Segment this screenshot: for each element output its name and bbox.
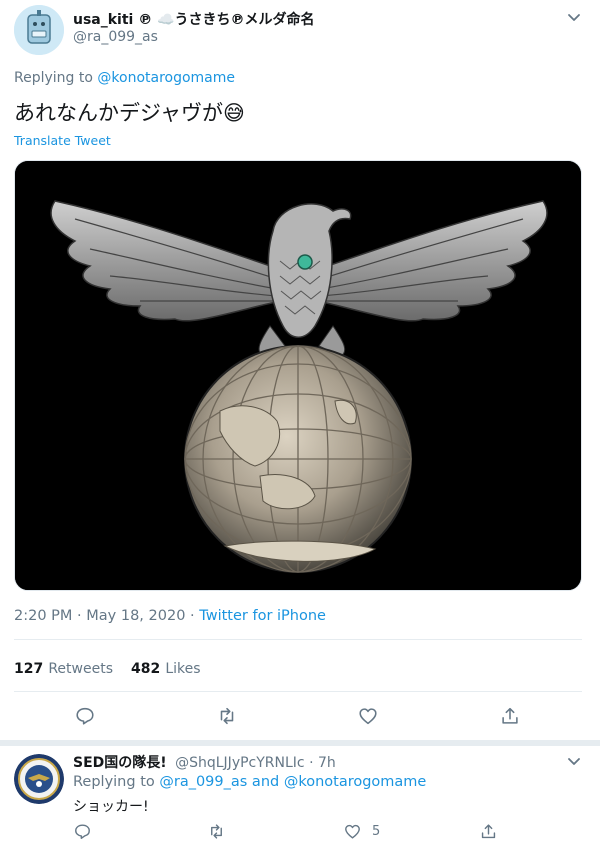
likes-label: Likes <box>165 661 201 677</box>
tweet-source-link[interactable]: Twitter for iPhone <box>199 608 326 624</box>
like-button[interactable] <box>357 705 379 727</box>
likes-stat[interactable]: 482 Likes <box>131 658 201 677</box>
tweet-media-image[interactable] <box>14 160 582 591</box>
tweet-date[interactable]: May 18, 2020 <box>86 608 185 624</box>
reply-separator: · <box>309 755 314 771</box>
reply-reply-button[interactable] <box>73 822 92 841</box>
tweet-time[interactable]: 2:20 PM <box>14 608 72 624</box>
separator-dot-2: · <box>190 608 195 624</box>
divider <box>14 639 582 640</box>
reply-time[interactable]: 7h <box>318 755 336 771</box>
separator-dot: · <box>77 608 82 624</box>
retweet-icon <box>211 824 222 839</box>
reply-author-handle[interactable]: @ShqLJJyPcYRNLIc <box>175 755 305 771</box>
tweet-author-name[interactable]: usa_kiti ℗ ☁️うさきち℗メルダ命名 <box>73 9 315 29</box>
reply-retweet-button[interactable] <box>207 822 226 841</box>
tweet-timestamp-line: 2:20 PM · May 18, 2020 · Twitter for iPh… <box>14 608 326 624</box>
thread-separator <box>0 740 600 746</box>
share-button[interactable] <box>499 705 521 727</box>
tweet-author-handle[interactable]: @ra_099_as <box>73 29 158 45</box>
reply-like-button[interactable] <box>343 822 362 841</box>
replying-to-user-link[interactable]: @konotarogomame <box>97 70 235 86</box>
likes-count: 482 <box>131 661 161 677</box>
retweet-icon <box>220 707 234 725</box>
chevron-down-icon[interactable] <box>565 8 583 26</box>
heart-icon <box>345 824 360 839</box>
translate-tweet-link[interactable]: Translate Tweet <box>14 133 111 148</box>
chevron-down-icon[interactable] <box>565 752 583 770</box>
retweets-label: Retweets <box>48 661 113 677</box>
reply-icon <box>76 707 94 725</box>
retweet-button[interactable] <box>216 705 238 727</box>
share-icon <box>502 707 518 724</box>
reply-replying-to-line: Replying to @ra_099_as and @konotarogoma… <box>73 774 426 790</box>
tweet-author-avatar[interactable] <box>14 5 64 55</box>
divider <box>14 691 582 692</box>
reply-text: ショッカー! <box>73 799 149 815</box>
reply-author-avatar[interactable] <box>14 754 64 804</box>
reply-button[interactable] <box>74 705 96 727</box>
reply-share-button[interactable] <box>479 822 498 841</box>
robot-avatar-icon <box>14 5 64 55</box>
replying-to-line: Replying to @konotarogomame <box>14 70 235 86</box>
eagle-globe-image <box>15 161 581 590</box>
heart-icon <box>359 708 377 725</box>
reply-replying-to-label: Replying to <box>73 774 155 790</box>
reply-replying-to-users[interactable]: @ra_099_as and @konotarogomame <box>159 774 426 790</box>
seal-avatar-icon <box>14 754 64 804</box>
tweet-text: あれなんかデジャヴが😅 <box>14 101 245 125</box>
retweets-count: 127 <box>14 661 44 677</box>
reply-icon <box>75 824 90 839</box>
share-icon <box>481 824 496 839</box>
reply-header: SED国の隊長! @ShqLJJyPcYRNLIc · 7h <box>73 752 336 772</box>
reply-author-name[interactable]: SED国の隊長! <box>73 755 167 771</box>
retweets-stat[interactable]: 127 Retweets <box>14 658 113 677</box>
reply-like-count: 5 <box>372 824 381 839</box>
replying-to-label: Replying to <box>14 70 93 86</box>
